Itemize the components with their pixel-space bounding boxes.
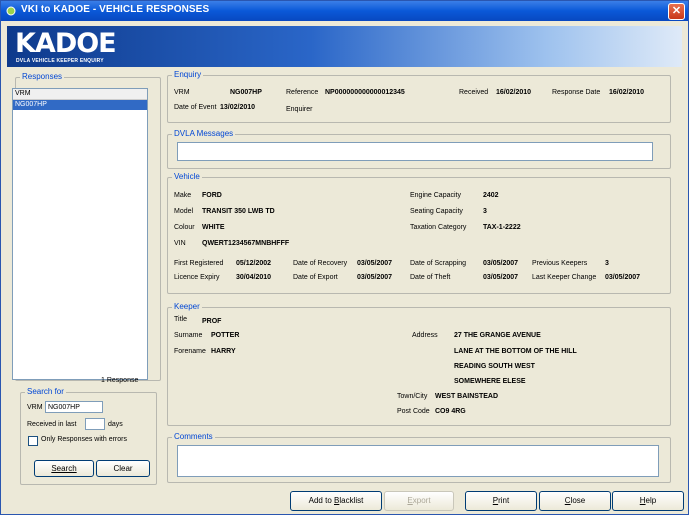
address-line-3: READING SOUTH WEST [454, 363, 535, 370]
colour-label: Colour [174, 224, 195, 231]
title-label: Title [174, 316, 187, 323]
surname-value: POTTER [211, 332, 240, 339]
town-city-label: Town/City [397, 393, 428, 400]
dvla-messages-field[interactable] [177, 142, 653, 161]
date-of-recovery-value: 03/05/2007 [357, 260, 393, 267]
comments-legend: Comments [172, 432, 215, 442]
received-in-last-label: Received in last [27, 421, 77, 428]
list-header-vrm[interactable]: VRM [13, 89, 147, 100]
last-keeper-change-label: Last Keeper Change [532, 274, 597, 281]
help-button[interactable]: Help [612, 491, 684, 511]
print-label-post: rint [498, 496, 510, 505]
search-vrm-label: VRM [27, 404, 43, 411]
kadoe-logo: KADOE [15, 28, 117, 59]
export-button[interactable]: Export [384, 491, 454, 511]
response-date-value: 16/02/2010 [609, 89, 645, 96]
post-code-value: CO9 4RG [435, 408, 466, 415]
taxation-category-label: Taxation Category [410, 224, 467, 231]
enquiry-group: Enquiry [167, 70, 671, 123]
previous-keepers-value: 3 [605, 260, 609, 267]
surname-label: Surname [174, 332, 203, 339]
close-label-post: lose [570, 496, 586, 505]
taxation-category-value: TAX-1-2222 [483, 224, 521, 231]
errors-checkbox[interactable] [28, 436, 38, 446]
comments-field[interactable] [177, 445, 659, 477]
last-keeper-change-value: 03/05/2007 [605, 274, 641, 281]
errors-checkbox-label: Only Responses with errors [41, 436, 127, 443]
address-line-4: SOMEWHERE ELESE [454, 378, 526, 385]
engine-capacity-value: 2402 [483, 192, 499, 199]
app-window: VKI to KADOE - VEHICLE RESPONSES ✕ KADOE… [0, 0, 689, 515]
clear-button[interactable]: Clear [96, 460, 150, 477]
licence-expiry-label: Licence Expiry [174, 274, 220, 281]
address-label: Address [412, 332, 438, 339]
enquirer-label: Enquirer [286, 106, 313, 113]
make-value: FORD [202, 192, 222, 199]
close-button[interactable]: Close [539, 491, 611, 511]
add-to-blacklist-button[interactable]: Add to Blacklist [290, 491, 382, 511]
responses-list[interactable]: VRM NG007HP [12, 88, 148, 380]
banner: KADOE DVLA VEHICLE KEEPER ENQUIRY [7, 26, 682, 67]
forename-value: HARRY [211, 348, 236, 355]
address-line-2: LANE AT THE BOTTOM OF THE HILL [454, 348, 577, 355]
date-of-theft-label: Date of Theft [410, 274, 451, 281]
seating-capacity-label: Seating Capacity [410, 208, 463, 215]
date-of-event-label: Date of Event [174, 104, 217, 111]
colour-value: WHITE [202, 224, 225, 231]
date-of-event-value: 13/02/2010 [220, 104, 256, 111]
licence-expiry-value: 30/04/2010 [236, 274, 272, 281]
keeper-legend: Keeper [172, 302, 202, 312]
engine-capacity-label: Engine Capacity [410, 192, 461, 199]
blacklist-label-pre: Add to [308, 496, 334, 505]
enquiry-vrm-label: VRM [174, 89, 190, 96]
address-line-1: 27 THE GRANGE AVENUE [454, 332, 541, 339]
vin-value: QWERT1234567MNBHFFF [202, 240, 290, 247]
first-registered-value: 05/12/2002 [236, 260, 272, 267]
search-button-label: Search [51, 464, 77, 473]
received-days-input[interactable] [85, 418, 105, 430]
list-item[interactable]: NG007HP [13, 100, 147, 110]
app-icon [6, 6, 16, 16]
date-of-export-label: Date of Export [293, 274, 338, 281]
town-city-value: WEST BAINSTEAD [435, 393, 498, 400]
enquiry-legend: Enquiry [172, 70, 204, 80]
help-label-post: elp [645, 496, 657, 505]
window-title: VKI to KADOE - VEHICLE RESPONSES [21, 4, 210, 15]
first-registered-label: First Registered [174, 260, 224, 267]
blacklist-label-post: lacklist [339, 496, 364, 505]
responses-legend: Responses [20, 72, 65, 82]
search-button[interactable]: Search [34, 460, 94, 477]
days-label: days [108, 421, 123, 428]
received-label: Received [459, 89, 489, 96]
received-value: 16/02/2010 [496, 89, 532, 96]
vehicle-legend: Vehicle [172, 172, 202, 182]
search-vrm-input[interactable]: NG007HP [45, 401, 103, 413]
reference-label: Reference [286, 89, 319, 96]
search-legend: Search for [25, 387, 66, 397]
response-count: 1 Response [101, 377, 139, 384]
logo-subtitle: DVLA VEHICLE KEEPER ENQUIRY [16, 58, 104, 64]
post-code-label: Post Code [397, 408, 430, 415]
export-label-post: xport [412, 496, 431, 505]
close-icon[interactable]: ✕ [668, 3, 685, 20]
date-of-recovery-label: Date of Recovery [293, 260, 348, 267]
date-of-scrapping-value: 03/05/2007 [483, 260, 519, 267]
seating-capacity-value: 3 [483, 208, 487, 215]
response-date-label: Response Date [552, 89, 601, 96]
title-bar[interactable]: VKI to KADOE - VEHICLE RESPONSES ✕ [1, 1, 688, 21]
forename-label: Forename [174, 348, 206, 355]
dvla-messages-legend: DVLA Messages [172, 129, 236, 139]
enquiry-vrm-value: NG007HP [230, 89, 262, 96]
date-of-theft-value: 03/05/2007 [483, 274, 519, 281]
vin-label: VIN [174, 240, 186, 247]
print-button[interactable]: Print [465, 491, 537, 511]
make-label: Make [174, 192, 192, 199]
date-of-export-value: 03/05/2007 [357, 274, 393, 281]
model-value: TRANSIT 350 LWB TD [202, 208, 275, 215]
model-label: Model [174, 208, 194, 215]
reference-value: NP000000000000012345 [325, 89, 405, 96]
date-of-scrapping-label: Date of Scrapping [410, 260, 467, 267]
previous-keepers-label: Previous Keepers [532, 260, 588, 267]
title-value: PROF [202, 318, 222, 325]
